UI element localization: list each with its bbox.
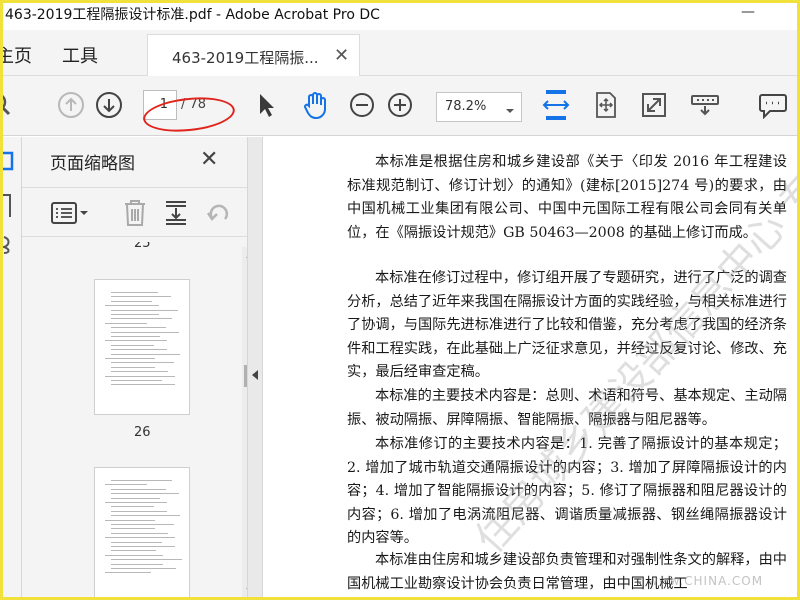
page-thumbnails-panel: 页面缩略图 ✕ 25 26: [22, 137, 260, 600]
watermark-url: www.CHINA.COM: [648, 574, 764, 588]
minimize-button[interactable]: —: [738, 4, 758, 20]
thumbnail-text-line: [111, 296, 171, 298]
search-icon[interactable]: [0, 90, 16, 120]
thumbnail-text-line: [111, 309, 178, 311]
thumbnail-text-line: [111, 541, 162, 543]
next-page-icon[interactable]: [94, 90, 124, 120]
close-panel-icon[interactable]: ✕: [200, 147, 218, 172]
thumbnail-text-line: [111, 292, 158, 293]
thumbnail-text-line: [111, 550, 156, 552]
thumbnail-text-line: [111, 318, 172, 320]
close-tab-icon[interactable]: ✕: [334, 45, 349, 66]
zoom-out-icon[interactable]: [348, 90, 376, 120]
thumbnail-text-line: [111, 546, 175, 547]
thumbnail-text-line: [111, 362, 174, 364]
tools-tab[interactable]: 工具: [62, 42, 98, 68]
fit-width-icon[interactable]: [540, 90, 572, 120]
main-toolbar: 1 / 78 78.2%: [0, 76, 800, 136]
thumbnail-page-label: 25: [134, 242, 151, 251]
page-total: / 78: [181, 97, 207, 112]
thumbnail-text-line: [105, 572, 151, 574]
prev-page-icon[interactable]: [56, 90, 86, 120]
document-paragraph: 本标准修订的主要技术内容是：1. 完善了隔振设计的基本规定；2. 增加了城市轨道…: [347, 436, 787, 546]
full-screen-icon[interactable]: [592, 90, 620, 120]
zoom-value: 78.2%: [445, 99, 487, 114]
thumbnail-text-line: [111, 532, 168, 534]
attachment-icon[interactable]: [0, 235, 14, 259]
tab-bar: 主页 工具 463-2019工程隔振... ✕: [0, 30, 800, 76]
home-tab[interactable]: 主页: [0, 42, 32, 68]
expand-icon[interactable]: [640, 90, 668, 120]
title-bar: 463-2019工程隔振设计标准.pdf - Adobe Acrobat Pro…: [0, 0, 800, 30]
left-rail: [0, 137, 22, 600]
delete-page-icon[interactable]: [122, 198, 148, 232]
thumbnail-text-line: [111, 384, 175, 386]
thumbnail-text-line: [111, 314, 159, 315]
thumbnail-page[interactable]: [94, 467, 190, 600]
thumbnail-text-line: [105, 340, 167, 342]
thumbnail-text-line: [105, 484, 147, 486]
thumbnail-text-line: [111, 559, 182, 561]
thumbnail-text-line: [105, 519, 155, 521]
thumbnail-text-line: [105, 305, 159, 307]
thumbnail-text-line: [111, 349, 167, 351]
thumbnail-text-line: [105, 358, 155, 359]
thumbnail-text-line: [111, 327, 166, 329]
page-thumbnails-icon[interactable]: [0, 149, 16, 177]
bookmark-icon[interactable]: [0, 193, 14, 223]
window-title: 463-2019工程隔振设计标准.pdf - Adobe Acrobat Pro…: [5, 7, 380, 23]
panel-splitter[interactable]: [247, 137, 263, 600]
chevron-down-icon: [505, 101, 515, 120]
thumbnail-text-line: [111, 568, 176, 569]
comment-icon[interactable]: [756, 90, 790, 120]
zoom-dropdown[interactable]: 78.2%: [436, 92, 522, 122]
hand-tool-icon[interactable]: [298, 90, 332, 120]
thumbnail-list: 25 26: [34, 242, 234, 600]
zoom-in-icon[interactable]: [386, 90, 414, 120]
select-cursor-icon[interactable]: [254, 90, 278, 120]
thumbnail-text-line: [111, 300, 152, 302]
thumbnail-text-line: [111, 528, 155, 530]
thumbnail-text-line: [111, 366, 155, 368]
thumbnail-text-line: [105, 375, 175, 377]
thumbnail-text-line: [111, 515, 180, 517]
collapse-panel-icon[interactable]: [251, 369, 259, 381]
thumbnail-page-label: 26: [134, 425, 151, 440]
read-mode-icon[interactable]: [688, 90, 722, 120]
panel-toolbar: [22, 187, 247, 237]
panel-title: 页面缩略图: [50, 154, 135, 174]
thumbnail-text-line: [111, 563, 163, 565]
thumbnail-text-line: [111, 371, 168, 373]
thumbnail-text-line: [111, 524, 174, 525]
thumbnail-text-line: [111, 344, 154, 346]
thumbnail-text-line: [111, 336, 160, 337]
thumbnail-text-line: [105, 502, 167, 503]
thumbnail-text-line: [111, 480, 172, 481]
thumbnail-text-line: [111, 353, 180, 355]
document-tab[interactable]: 463-2019工程隔振... ✕: [147, 34, 360, 76]
thumbnail-text-line: [111, 497, 160, 499]
document-view[interactable]: 本标准是根据住房和城乡建设部《关于〈印发 2016 年工程建设标准规范制订、修订…: [263, 137, 800, 600]
thumbnail-text-line: [105, 554, 163, 556]
options-menu-icon[interactable]: [50, 201, 88, 229]
page-number-input[interactable]: 1: [143, 90, 177, 120]
document-tab-label: 463-2019工程隔振...: [172, 49, 319, 67]
insert-page-icon[interactable]: [162, 198, 190, 232]
thumbnail-text-line: [111, 380, 162, 381]
thumbnail-text-line: [105, 537, 175, 539]
thumbnail-page[interactable]: [94, 279, 190, 415]
document-paragraph: 本标准的主要技术内容是：总则、术语和符号、基本规定、主动隔振、被动隔振、屏障隔振…: [347, 388, 787, 428]
document-paragraph: 本标准由住房和城乡建设部负责管理和对强制性条文的解释，由中国机械工业勘察设计协会…: [347, 552, 787, 592]
thumbnail-text-line: [111, 331, 179, 333]
thumbnail-text-line: [105, 322, 147, 324]
thumbnail-text-line: [111, 493, 179, 495]
rotate-page-icon[interactable]: [206, 200, 232, 230]
thumbnail-text-line: [111, 488, 166, 490]
thumbnail-text-line: [111, 510, 167, 512]
thumbnail-text-line: [111, 506, 154, 508]
document-paragraph: 本标准在修订过程中，修订组开展了专题研究，进行了广泛的调查分析，总结了近年来我国…: [347, 270, 787, 380]
document-paragraph: 本标准是根据住房和城乡建设部《关于〈印发 2016 年工程建设标准规范制订、修订…: [347, 154, 787, 241]
